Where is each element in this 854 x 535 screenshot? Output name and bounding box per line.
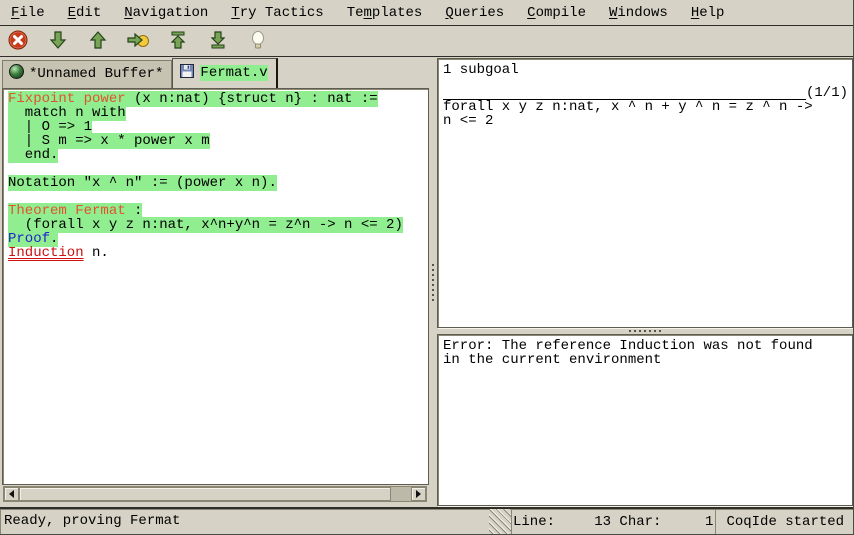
floppy-icon xyxy=(179,63,195,84)
tab-unnamed-buffer[interactable]: *Unnamed Buffer* xyxy=(2,60,172,88)
message-pane[interactable]: Error: The reference Induction was not f… xyxy=(437,334,853,506)
scrollbar-trough[interactable] xyxy=(391,487,411,501)
line-value: 13 xyxy=(555,514,611,530)
menu-templates[interactable]: Templates xyxy=(340,2,430,24)
menu-help[interactable]: Help xyxy=(684,2,732,24)
menu-windows[interactable]: Windows xyxy=(602,2,675,24)
message-line: Error: The reference Induction was not f… xyxy=(443,339,848,353)
code-line: (forall x y z n:nat, x^n+y^n = z^n -> n … xyxy=(8,218,428,232)
right-arrow-icon xyxy=(416,490,421,498)
char-label: Char: xyxy=(619,514,661,530)
code-line: Fixpoint power (x n:nat) {struct n} : na… xyxy=(8,92,428,106)
tab-label: *Unnamed Buffer* xyxy=(29,66,163,82)
coqide-status: CoqIde started xyxy=(715,509,853,535)
code-line: Induction n. xyxy=(8,246,428,260)
code-line xyxy=(8,162,428,176)
menu-navigation[interactable]: Navigation xyxy=(117,2,215,24)
scroll-left-button[interactable] xyxy=(4,487,19,501)
goal-line: n <= 2 xyxy=(443,114,848,128)
code-line: end. xyxy=(8,148,428,162)
scroll-right-button[interactable] xyxy=(411,487,426,501)
toolbar-button-step-forward[interactable] xyxy=(45,28,71,54)
menu-compile[interactable]: Compile xyxy=(520,2,593,24)
code-line: Notation "x ^ n" := (power x n). xyxy=(8,176,428,190)
vertical-pane-divider[interactable] xyxy=(429,58,437,506)
goal-pane[interactable]: 1 subgoal (1/1) forall x y z n:nat, x ^ … xyxy=(437,58,853,328)
char-value: 1 xyxy=(661,514,713,530)
code-line: match n with xyxy=(8,106,428,120)
go-to-start-icon xyxy=(167,29,189,54)
line-label: Line: xyxy=(513,514,555,530)
code-line: | O => 1 xyxy=(8,120,428,134)
subgoal-counter: (1/1) xyxy=(806,86,848,100)
stop-icon xyxy=(7,29,29,54)
code-line: Theorem Fermat : xyxy=(8,204,428,218)
scrollbar-thumb[interactable] xyxy=(19,487,391,501)
status-bar: Ready, proving Fermat Line:13 Char:1 Coq… xyxy=(0,507,853,535)
step-backward-icon xyxy=(87,29,109,54)
status-resize-grip[interactable] xyxy=(489,509,511,535)
code-area[interactable]: Fixpoint power (x n:nat) {struct n} : na… xyxy=(3,89,428,260)
go-to-end-icon xyxy=(207,29,229,54)
code-line: | S m => x * power x m xyxy=(8,134,428,148)
menu-queries[interactable]: Queries xyxy=(438,2,511,24)
code-line xyxy=(8,190,428,204)
error-message: Error: The reference Induction was not f… xyxy=(438,335,852,367)
hint-icon xyxy=(247,29,269,54)
message-line: in the current environment xyxy=(443,353,848,367)
step-forward-icon xyxy=(47,29,69,54)
cursor-position: Line:13 Char:1 xyxy=(511,509,715,535)
green-sphere-icon xyxy=(9,64,24,84)
menu-try-tactics[interactable]: Try Tactics xyxy=(224,2,330,24)
toolbar-button-hint[interactable] xyxy=(245,28,271,54)
toolbar-button-step-backward[interactable] xyxy=(85,28,111,54)
code-line: Proof. xyxy=(8,232,428,246)
editor-horizontal-scrollbar[interactable] xyxy=(3,486,427,502)
status-message: Ready, proving Fermat xyxy=(0,509,489,535)
menu-edit[interactable]: Edit xyxy=(61,2,109,24)
goal-text: forall x y z n:nat, x ^ n + y ^ n = z ^ … xyxy=(443,100,848,128)
toolbar-button-stop[interactable] xyxy=(5,28,31,54)
toolbar-button-go-to-cursor[interactable] xyxy=(125,28,151,54)
script-editor[interactable]: Fixpoint power (x n:nat) {struct n} : na… xyxy=(2,88,429,485)
goal-line: forall x y z n:nat, x ^ n + y ^ n = z ^ … xyxy=(443,100,848,114)
toolbar-button-go-to-start[interactable] xyxy=(165,28,191,54)
tab-bar: *Unnamed Buffer* Fermat.v xyxy=(2,58,278,88)
subgoal-header: 1 subgoal xyxy=(443,63,848,77)
tab-fermat-v[interactable]: Fermat.v xyxy=(172,58,277,88)
menu-bar: File Edit Navigation Try Tactics Templates Qu… xyxy=(0,0,853,26)
tab-label: Fermat.v xyxy=(200,65,267,81)
go-to-cursor-icon xyxy=(126,29,150,54)
goal-separator: (1/1) xyxy=(443,86,848,100)
toolbar xyxy=(0,26,853,57)
menu-file[interactable]: File xyxy=(4,2,52,24)
toolbar-button-go-to-end[interactable] xyxy=(205,28,231,54)
coqide-window: File Edit Navigation Try Tactics Templates Qu… xyxy=(0,0,854,535)
left-arrow-icon xyxy=(9,490,14,498)
